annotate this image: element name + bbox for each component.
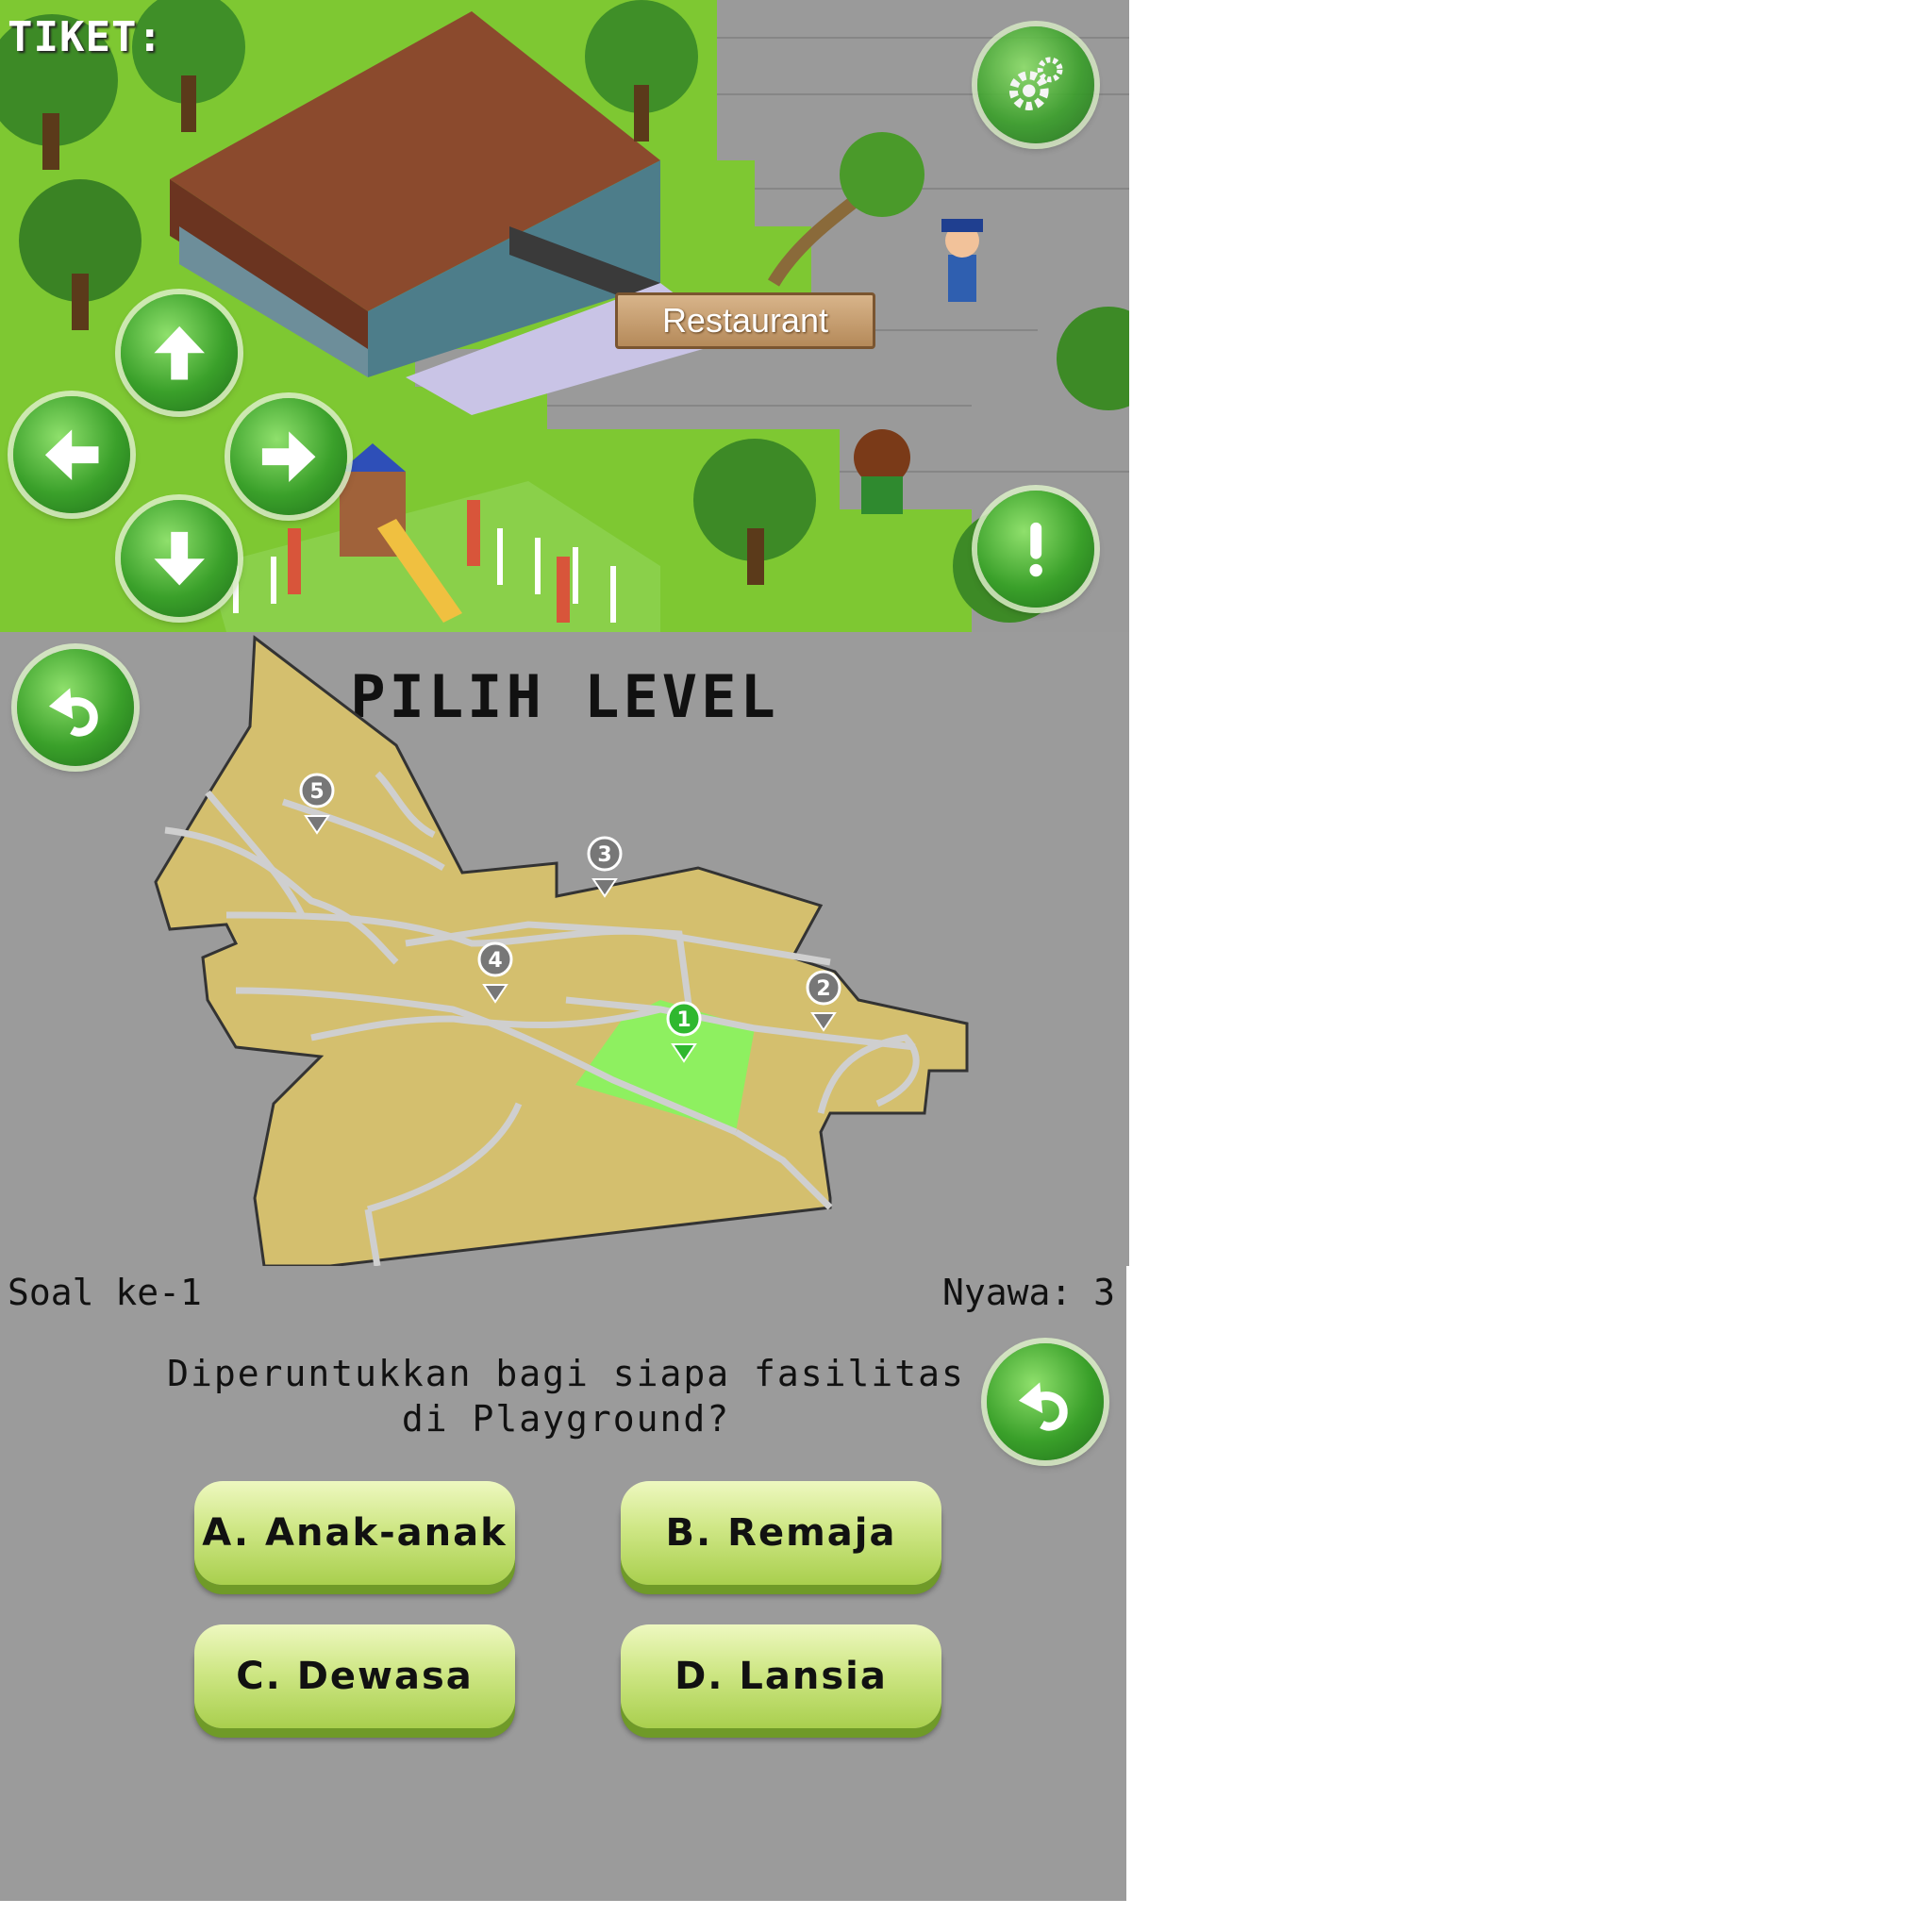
question-text: Diperuntukkan bagi siapa fasilitas di Pl… [167,1353,965,1440]
move-right-button[interactable] [230,398,347,515]
answer-a-button[interactable]: A. Anak-anak [194,1481,515,1585]
move-up-button[interactable] [121,294,238,411]
info-button[interactable] [977,491,1094,608]
arrow-left-icon [44,429,99,480]
back-arrow-icon [1018,1382,1068,1431]
palm-tree [840,132,924,217]
ticket-label: TIKET: [8,13,163,61]
move-down-button[interactable] [121,500,238,617]
level-marker-5-label: 5 [309,780,324,804]
arrow-down-icon [154,531,205,586]
level-marker-4-label: 4 [488,949,502,973]
level-marker-1-label: 1 [676,1008,691,1032]
quiz-back-button[interactable] [987,1343,1104,1460]
answer-c-button[interactable]: C. Dewasa [194,1624,515,1728]
lives-counter: Nyawa: 3 [941,1272,1115,1313]
arrow-up-icon [154,325,205,380]
level-map: 1 2 3 4 5 [154,635,969,1266]
game-viewport[interactable]: TIKET: Restaurant [0,0,1129,632]
restaurant-sign: Restaurant [615,292,875,349]
answer-d-button[interactable]: D. Lansia [621,1624,941,1728]
arrow-right-icon [261,431,316,482]
settings-button[interactable] [977,26,1094,143]
level-marker-2-label: 2 [816,977,830,1001]
quiz-screen: Soal ke-1 Nyawa: 3 Diperuntukkan bagi si… [0,1266,1126,1901]
gear-icon [1008,57,1063,110]
answer-b-button[interactable]: B. Remaja [621,1481,941,1585]
question-number: Soal ke-1 [8,1272,202,1313]
map-land [154,635,969,1266]
exclamation-icon [1029,522,1042,577]
level-marker-3-label: 3 [597,843,611,867]
move-left-button[interactable] [13,396,130,513]
level-select-screen: PILIH LEVEL 1 2 3 4 5 [0,632,1129,1266]
player-character [854,429,910,514]
